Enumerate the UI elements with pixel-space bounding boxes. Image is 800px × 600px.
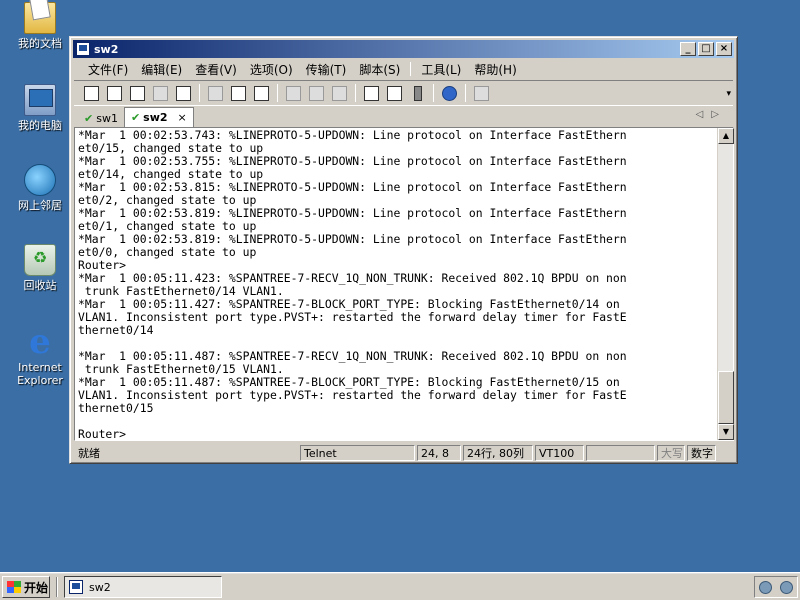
session-options-icon[interactable]	[362, 84, 380, 102]
menu-view[interactable]: 查看(V)	[195, 61, 237, 78]
scroll-thumb[interactable]	[718, 371, 734, 424]
scroll-up-icon[interactable]: ▲	[718, 128, 734, 144]
desktop-icon-my-computer[interactable]: 我的电脑	[2, 84, 78, 132]
menu-help[interactable]: 帮助(H)	[474, 61, 516, 78]
terminal-line: VLAN1. Inconsistent port type.PVST+: res…	[78, 310, 627, 324]
connected-check-icon: ✔	[84, 111, 94, 125]
toolbar-overflow-icon[interactable]: ▾	[726, 89, 731, 99]
start-label: 开始	[24, 580, 49, 595]
desktop-icon-my-documents[interactable]: 我的文档	[2, 2, 78, 50]
toolbar-separator	[465, 84, 466, 102]
terminal-line: thernet0/15	[78, 401, 154, 415]
scroll-down-icon[interactable]: ▼	[718, 424, 734, 440]
paste-icon[interactable]	[229, 84, 247, 102]
app-icon	[69, 580, 83, 594]
toolbar-separator	[199, 84, 200, 102]
status-caps: 大写	[657, 445, 685, 461]
tab-close-icon[interactable]: ×	[178, 111, 187, 124]
taskbar-separator	[56, 577, 58, 597]
print-selection-icon[interactable]	[307, 84, 325, 102]
desktop-icon-label: 回收站	[23, 279, 57, 292]
internet-explorer-icon: e	[29, 322, 51, 362]
taskbar: 开始 sw2	[0, 572, 800, 600]
desktop-icon-label: 网上邻居	[18, 199, 62, 212]
toolbar-separator	[433, 84, 434, 102]
desktop-icon-label: 我的文档	[18, 37, 62, 50]
connected-check-icon: ✔	[130, 111, 141, 124]
volume-icon[interactable]	[759, 580, 772, 594]
status-size: 24行, 80列	[463, 445, 533, 461]
tab-sw1[interactable]: ✔ sw1	[78, 109, 124, 127]
toolbar-separator	[277, 84, 278, 102]
network-globe-icon	[24, 164, 56, 196]
disconnect-icon[interactable]	[174, 84, 192, 102]
system-tray	[754, 576, 798, 598]
window-title: sw2	[94, 42, 119, 56]
menu-script[interactable]: 脚本(S)	[359, 61, 400, 78]
windows-logo-icon	[7, 581, 21, 593]
toolbar-separator	[355, 84, 356, 102]
status-blank	[586, 445, 655, 461]
terminal-line: et0/0, changed state to up	[78, 245, 257, 259]
status-protocol: Telnet	[300, 445, 415, 461]
folder-icon	[24, 2, 56, 34]
menu-tools[interactable]: 工具(L)	[421, 61, 461, 78]
menu-bar: 文件(F) 编辑(E) 查看(V) 选项(O) 传输(T) 脚本(S) 工具(L…	[74, 60, 733, 78]
terminal-line: VLAN1. Inconsistent port type.PVST+: res…	[78, 388, 627, 402]
printer-icon[interactable]	[330, 84, 348, 102]
status-bar: 就绪 Telnet 24, 8 24行, 80列 VT100 大写 数字	[74, 444, 733, 462]
tab-scroll-arrows[interactable]: ◁▷	[696, 109, 727, 120]
quick-connect-icon[interactable]	[105, 84, 123, 102]
terminal-window: sw2 _ □ × 文件(F) 编辑(E) 查看(V) 选项(O) 传输(T) …	[69, 36, 738, 464]
status-emulation: VT100	[535, 445, 584, 461]
menu-separator	[410, 62, 412, 76]
menu-transfer[interactable]: 传输(T)	[306, 61, 347, 78]
desktop-icon-recycle-bin[interactable]: 回收站	[2, 244, 78, 292]
close-button[interactable]: ×	[716, 42, 732, 56]
find-icon[interactable]	[252, 84, 270, 102]
help-icon[interactable]	[440, 84, 458, 102]
terminal-line: thernet0/14	[78, 323, 154, 337]
status-num: 数字	[687, 445, 716, 461]
key-icon[interactable]	[408, 84, 426, 102]
terminal-line: Router>	[78, 427, 127, 440]
status-cursor: 24, 8	[417, 445, 461, 461]
keymap-icon[interactable]	[472, 84, 490, 102]
tab-label: sw1	[96, 111, 118, 125]
desktop-icon-label: 我的电脑	[18, 119, 62, 132]
desktop-icon-internet-explorer[interactable]: e Internet Explorer	[2, 322, 78, 387]
menu-edit[interactable]: 编辑(E)	[141, 61, 182, 78]
tab-label: sw2	[143, 111, 168, 124]
print-icon[interactable]	[284, 84, 302, 102]
recycle-bin-icon	[24, 244, 56, 276]
minimize-button[interactable]: _	[680, 42, 696, 56]
app-icon	[76, 42, 90, 56]
terminal-output[interactable]: *Mar 1 00:02:53.743: %LINEPROTO-5-UPDOWN…	[78, 129, 718, 439]
desktop-icon-label: Internet Explorer	[17, 361, 63, 387]
menu-options[interactable]: 选项(O)	[250, 61, 293, 78]
window-controls: _ □ ×	[680, 42, 732, 56]
maximize-button[interactable]: □	[698, 42, 714, 56]
terminal-area[interactable]: *Mar 1 00:02:53.743: %LINEPROTO-5-UPDOWN…	[74, 127, 734, 441]
taskbar-item-label: sw2	[89, 580, 111, 594]
toolbar: ▾	[74, 80, 733, 106]
session-tabs: ✔ sw1 ✔ sw2 × ◁▷	[74, 107, 733, 127]
network-status-icon[interactable]	[780, 580, 793, 594]
tab-sw2[interactable]: ✔ sw2 ×	[123, 107, 194, 127]
vertical-scrollbar[interactable]: ▲ ▼	[717, 128, 734, 440]
connect-icon[interactable]	[82, 84, 100, 102]
computer-icon	[24, 84, 56, 116]
copy-icon[interactable]	[206, 84, 224, 102]
taskbar-item-sw2[interactable]: sw2	[64, 576, 222, 598]
global-options-icon[interactable]	[385, 84, 403, 102]
start-button[interactable]: 开始	[2, 576, 50, 598]
connect-tab-icon[interactable]	[128, 84, 146, 102]
menu-file[interactable]: 文件(F)	[88, 61, 128, 78]
desktop-icon-network[interactable]: 网上邻居	[2, 164, 78, 212]
status-ready: 就绪	[78, 447, 100, 460]
reconnect-icon[interactable]	[151, 84, 169, 102]
title-bar[interactable]: sw2 _ □ ×	[73, 40, 734, 58]
